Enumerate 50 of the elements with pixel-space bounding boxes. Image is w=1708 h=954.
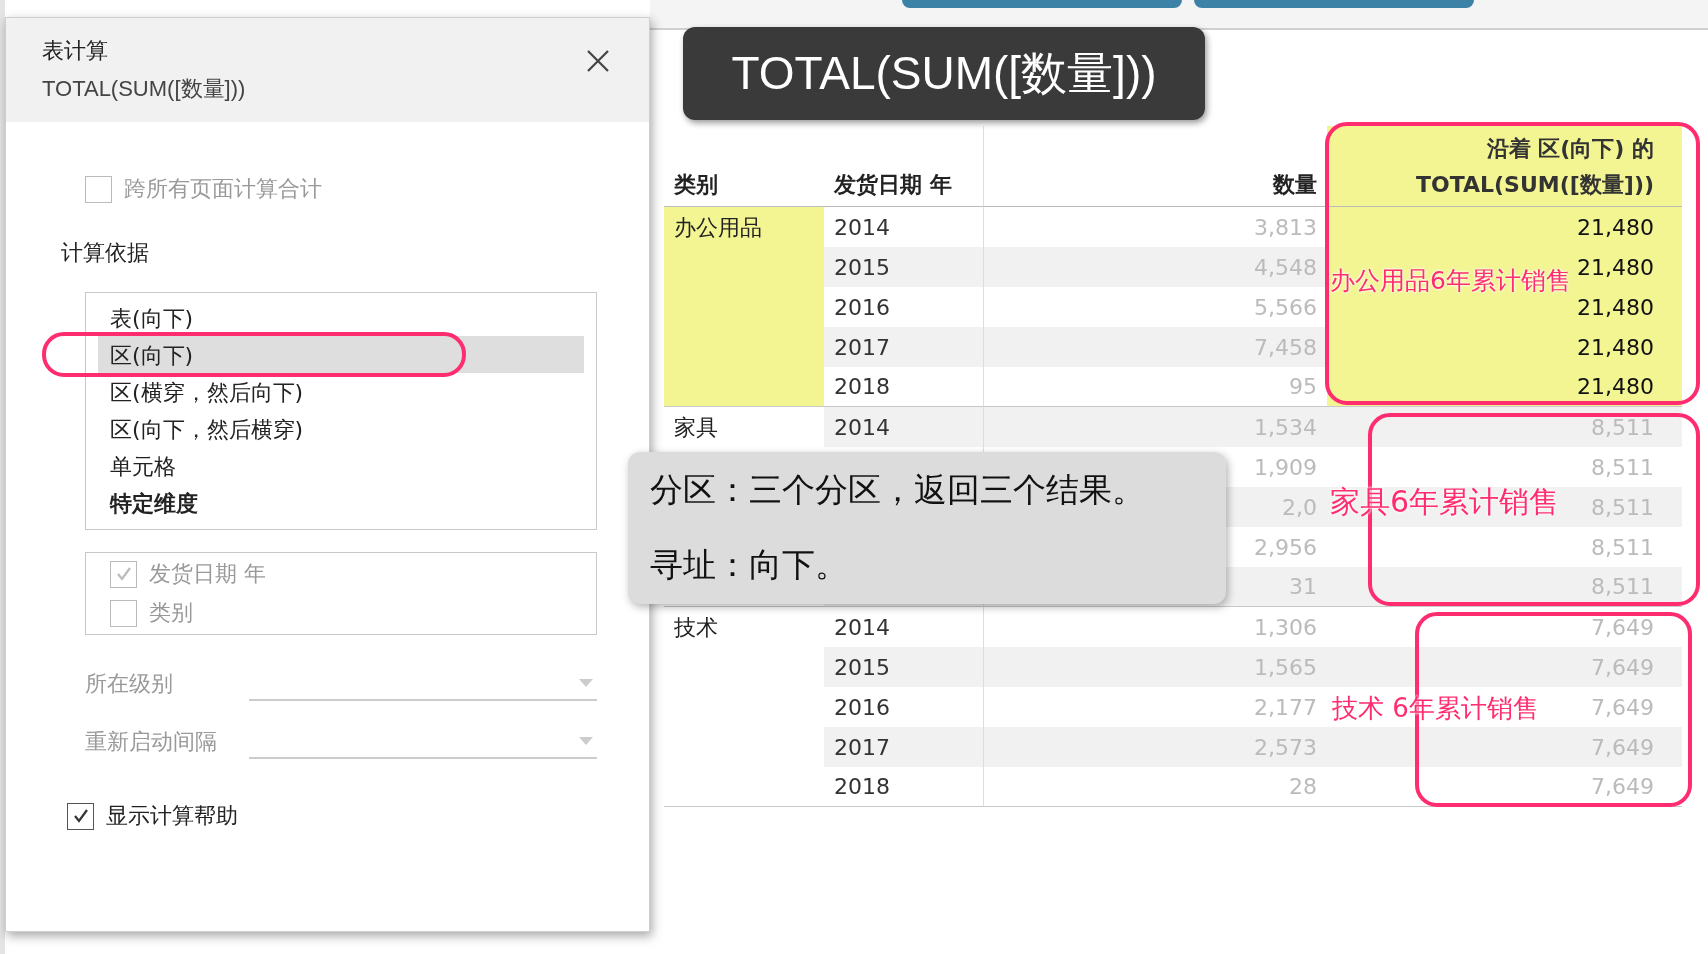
dropdown-label: 所在级别 xyxy=(85,670,174,698)
table-cell-text: 5,566 xyxy=(1253,293,1318,322)
list-option[interactable]: 区(向下，然后横穿) xyxy=(98,410,584,447)
table-cell: 7,649 xyxy=(1591,614,1654,640)
checkbox-label: 类别 xyxy=(149,599,193,627)
section-label: 计算依据 xyxy=(61,239,150,267)
dialog-subtitle: TOTAL(SUM([数量])) xyxy=(42,75,246,103)
table-cell: 7,649 xyxy=(1591,694,1654,720)
table-cell-text: 2,177 xyxy=(1253,693,1318,722)
column-header: TOTAL(SUM([数量])) xyxy=(1416,171,1654,199)
list-option[interactable]: 特定维度 xyxy=(98,484,584,521)
list-option[interactable]: 区(横穿，然后向下) xyxy=(98,373,584,410)
checkbox[interactable] xyxy=(67,802,94,830)
table-cell: 21,480 xyxy=(1577,214,1654,240)
table-cell-text: 3,813 xyxy=(1253,213,1318,242)
table-cell: 8,511 xyxy=(1591,534,1654,560)
column-header: 发货日期 年 xyxy=(824,126,984,207)
list-option[interactable]: 表(向下) xyxy=(98,299,584,336)
list-option[interactable]: 单元格 xyxy=(98,447,584,484)
table-cell: 21,480 xyxy=(1577,254,1654,280)
table-cell: 2017 xyxy=(824,727,984,767)
caret-icon xyxy=(579,737,593,745)
column-header: 沿着 区(向下) 的 xyxy=(1486,135,1654,163)
checkbox-label: 显示计算帮助 xyxy=(106,802,238,830)
table-cell: 21,480 xyxy=(1577,374,1654,399)
dialog-title: 表计算 xyxy=(42,37,109,65)
table-cell: 2014 xyxy=(824,407,984,447)
table-cell: 8,511 xyxy=(1591,454,1654,480)
field-pill[interactable] xyxy=(902,0,1182,8)
table-cell: 21,480 xyxy=(1577,334,1654,360)
table-cell-text: 1,306 xyxy=(1253,613,1318,642)
table-cell: 21,480 xyxy=(1577,294,1654,320)
field-pill[interactable] xyxy=(1194,0,1474,8)
table-cell: 2018 xyxy=(824,767,984,807)
annotation-label: 办公用品6年累计销售 xyxy=(1330,265,1571,297)
tooltip: TOTAL(SUM([数量])) xyxy=(683,27,1205,120)
table-cell: 28 xyxy=(984,767,1327,807)
table-cell: 2015 xyxy=(824,247,984,287)
checkbox-label: 跨所有页面计算合计 xyxy=(124,175,322,203)
checkbox-label: 发货日期 年 xyxy=(149,560,266,588)
table-cell: 7,649 xyxy=(1591,774,1654,799)
table-cell: 2017 xyxy=(824,327,984,367)
dropdown-label: 重新启动间隔 xyxy=(85,728,218,756)
list-option[interactable]: 区(向下) xyxy=(98,336,584,373)
table-cell-text: 2,956 xyxy=(1253,533,1318,562)
category-cell: 办公用品 xyxy=(664,207,824,407)
column-header: 数量 xyxy=(984,126,1327,207)
table-cell-text: 1,909 xyxy=(1253,453,1318,482)
caret-icon xyxy=(579,679,593,687)
table-cell: 2015 xyxy=(824,647,984,687)
